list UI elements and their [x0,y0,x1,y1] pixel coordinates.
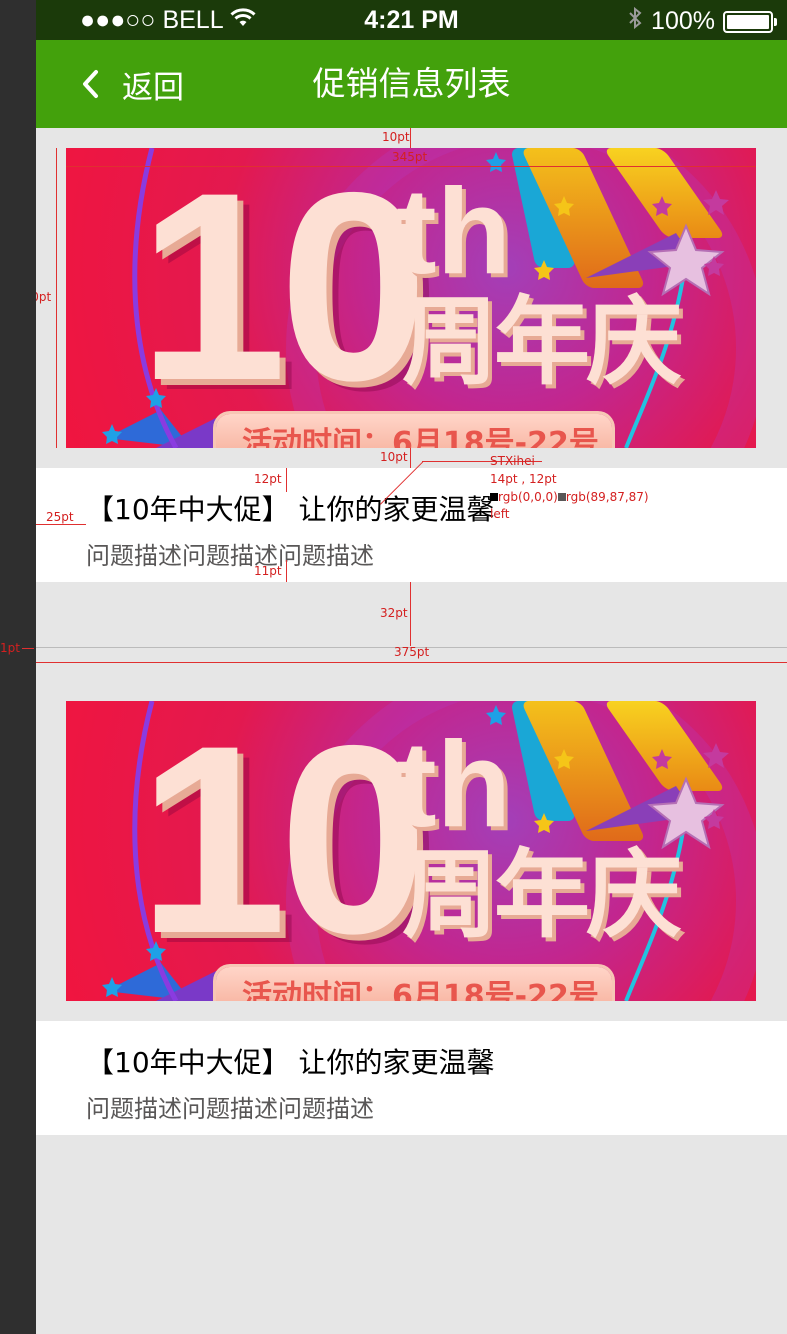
banner-date-pill: 活动时间：6月18号-22号 [216,967,612,1001]
annotation-text-gap: 10pt [380,450,408,464]
promotion-title: 【10年中大促】 让你的家更温馨 [86,1046,495,1079]
measure-line [286,560,287,582]
annotation-banner-width: 345pt [392,150,428,164]
annotation-divider: 1pt [0,641,20,655]
promotion-description: 问题描述问题描述问题描述 [86,1095,374,1123]
promotion-text: 【10年中大促】 让你的家更温馨 问题描述问题描述问题描述 [36,1021,787,1135]
promotion-title: 【10年中大促】 让你的家更温馨 [86,493,495,526]
banner-date-pill: 活动时间：6月18号-22号 [216,414,612,448]
measure-line [66,166,756,167]
banner-date-text: 活动时间：6月18号-22号 [242,426,599,448]
status-right: 100% [627,6,777,37]
annotation-bottom-gap: 11pt [254,564,282,578]
promotion-card[interactable]: 10 th 周年庆 活动时间：6月18号-22号 【10年中大促】 让你的家更温… [36,128,787,582]
back-chevron-icon [80,69,100,99]
banner-date-text: 活动时间：6月18号-22号 [242,979,599,1001]
annotation-align: left [490,507,510,521]
bluetooth-icon [627,6,643,37]
measure-line [22,648,34,649]
battery-label: 100% [651,7,715,35]
measure-line [410,128,411,148]
promotion-description: 问题描述问题描述问题描述 [86,542,374,570]
battery-icon [723,10,777,33]
measure-line [410,582,411,646]
annotation-left-margin: 25pt [46,510,74,524]
promotion-text: 【10年中大促】 让你的家更温馨 问题描述问题描述问题描述 [36,468,787,582]
promotion-card[interactable]: 10 th 周年庆 活动时间：6月18号-22号 【10年中大促】 让你的家更温… [36,681,787,1135]
measure-line [36,662,787,663]
back-button[interactable]: 返回 [80,40,184,128]
annotation-font-name: STXihei [490,454,535,468]
star-icon [102,152,506,444]
annotation-color-title: rgb(0,0,0) [498,490,558,504]
annotation-top-gap: 10pt [382,130,410,144]
phone-screen: ●●●○○ BELL 4:21 PM 100% 返回 促销信息列表 10 th … [36,0,787,1334]
measure-line [56,148,57,448]
annotation-full-width: 375pt [394,645,430,659]
status-bar: ●●●○○ BELL 4:21 PM 100% [36,0,787,40]
annotation-section-gap: 32pt [380,606,408,620]
measure-line [286,468,287,492]
annotation-colors: rgb(0,0,0) rgb(89,87,87) [490,490,649,504]
measure-line [410,448,411,468]
promotion-banner: 10 th 周年庆 活动时间：6月18号-22号 [66,148,756,448]
annotation-title-top: 12pt [254,472,282,486]
star-icon [102,705,506,997]
annotation-banner-height: 150pt [36,290,52,304]
annotation-font-sizes: 14pt , 12pt [490,472,557,486]
annotation-color-desc: rgb(89,87,87) [565,490,649,504]
measure-line [36,524,86,525]
nav-bar: 返回 促销信息列表 [36,40,787,128]
promotion-banner: 10 th 周年庆 活动时间：6月18号-22号 [66,701,756,1001]
back-label: 返回 [122,69,184,106]
